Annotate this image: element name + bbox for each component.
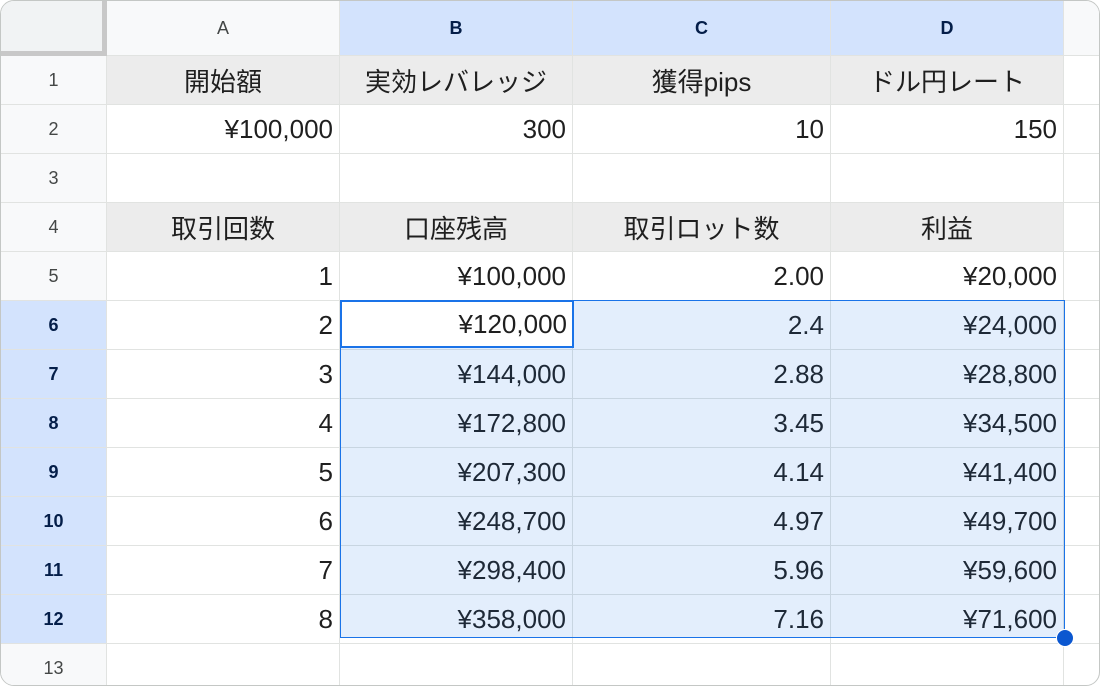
row-header-7[interactable]: 7 (1, 350, 107, 399)
cell-d12[interactable]: ¥71,600 (831, 595, 1064, 644)
cell-e1[interactable] (1064, 56, 1099, 105)
row-header-10[interactable]: 10 (1, 497, 107, 546)
cell-c13[interactable] (573, 644, 831, 685)
cell-a7[interactable]: 3 (107, 350, 340, 399)
cell-b5[interactable]: ¥100,000 (340, 252, 573, 301)
cell-b1[interactable]: 実効レバレッジ (340, 56, 573, 105)
fill-handle[interactable] (1056, 629, 1074, 647)
cell-a13[interactable] (107, 644, 340, 685)
cell-c1[interactable]: 獲得pips (573, 56, 831, 105)
cell-a2[interactable]: ¥100,000 (107, 105, 340, 154)
row-header-4[interactable]: 4 (1, 203, 107, 252)
column-header-c[interactable]: C (573, 1, 831, 56)
row-header-8[interactable]: 8 (1, 399, 107, 448)
cell-c6[interactable]: 2.4 (573, 301, 831, 350)
cell-b7[interactable]: ¥144,000 (340, 350, 573, 399)
cell-e10[interactable] (1064, 497, 1099, 546)
cell-d2[interactable]: 150 (831, 105, 1064, 154)
row-header-5[interactable]: 5 (1, 252, 107, 301)
cell-b3[interactable] (340, 154, 573, 203)
cell-a10[interactable]: 6 (107, 497, 340, 546)
cell-e8[interactable] (1064, 399, 1099, 448)
column-header-d[interactable]: D (831, 1, 1064, 56)
cell-b10[interactable]: ¥248,700 (340, 497, 573, 546)
cell-b13[interactable] (340, 644, 573, 685)
cell-e11[interactable] (1064, 546, 1099, 595)
cell-e2[interactable] (1064, 105, 1099, 154)
cell-e13[interactable] (1064, 644, 1099, 685)
cell-c11[interactable]: 5.96 (573, 546, 831, 595)
cell-c2[interactable]: 10 (573, 105, 831, 154)
cell-c8[interactable]: 3.45 (573, 399, 831, 448)
cell-c12[interactable]: 7.16 (573, 595, 831, 644)
column-header-blank (1064, 1, 1099, 56)
column-header-b[interactable]: B (340, 1, 573, 56)
cell-c7[interactable]: 2.88 (573, 350, 831, 399)
cell-d7[interactable]: ¥28,800 (831, 350, 1064, 399)
spreadsheet-grid: A B C D 1 開始額 実効レバレッジ 獲得pips ドル円レート 2 ¥1… (1, 1, 1099, 685)
cell-b2[interactable]: 300 (340, 105, 573, 154)
cell-b6[interactable]: ¥120,000 (340, 301, 573, 350)
row-header-6[interactable]: 6 (1, 301, 107, 350)
cell-d3[interactable] (831, 154, 1064, 203)
cell-d10[interactable]: ¥49,700 (831, 497, 1064, 546)
cell-a12[interactable]: 8 (107, 595, 340, 644)
cell-c4[interactable]: 取引ロット数 (573, 203, 831, 252)
row-header-13[interactable]: 13 (1, 644, 107, 685)
row-header-9[interactable]: 9 (1, 448, 107, 497)
cell-b8[interactable]: ¥172,800 (340, 399, 573, 448)
select-all-corner[interactable] (1, 1, 107, 56)
cell-a11[interactable]: 7 (107, 546, 340, 595)
cell-a5[interactable]: 1 (107, 252, 340, 301)
cell-d4[interactable]: 利益 (831, 203, 1064, 252)
cell-c5[interactable]: 2.00 (573, 252, 831, 301)
cell-d13[interactable] (831, 644, 1064, 685)
cell-a4[interactable]: 取引回数 (107, 203, 340, 252)
cell-a6[interactable]: 2 (107, 301, 340, 350)
cell-d11[interactable]: ¥59,600 (831, 546, 1064, 595)
cell-c10[interactable]: 4.97 (573, 497, 831, 546)
cell-e3[interactable] (1064, 154, 1099, 203)
cell-b12[interactable]: ¥358,000 (340, 595, 573, 644)
row-header-3[interactable]: 3 (1, 154, 107, 203)
column-header-a[interactable]: A (107, 1, 340, 56)
cell-b9[interactable]: ¥207,300 (340, 448, 573, 497)
row-header-12[interactable]: 12 (1, 595, 107, 644)
cell-a3[interactable] (107, 154, 340, 203)
cell-b11[interactable]: ¥298,400 (340, 546, 573, 595)
cell-a8[interactable]: 4 (107, 399, 340, 448)
cell-e4[interactable] (1064, 203, 1099, 252)
cell-b4[interactable]: 口座残高 (340, 203, 573, 252)
cell-d8[interactable]: ¥34,500 (831, 399, 1064, 448)
cell-c3[interactable] (573, 154, 831, 203)
cell-d9[interactable]: ¥41,400 (831, 448, 1064, 497)
row-header-2[interactable]: 2 (1, 105, 107, 154)
cell-e6[interactable] (1064, 301, 1099, 350)
cell-e5[interactable] (1064, 252, 1099, 301)
cell-d6[interactable]: ¥24,000 (831, 301, 1064, 350)
spreadsheet-frame: A B C D 1 開始額 実効レバレッジ 獲得pips ドル円レート 2 ¥1… (0, 0, 1100, 686)
cell-d5[interactable]: ¥20,000 (831, 252, 1064, 301)
cell-d1[interactable]: ドル円レート (831, 56, 1064, 105)
cell-a9[interactable]: 5 (107, 448, 340, 497)
row-header-1[interactable]: 1 (1, 56, 107, 105)
cell-a1[interactable]: 開始額 (107, 56, 340, 105)
cell-e9[interactable] (1064, 448, 1099, 497)
row-header-11[interactable]: 11 (1, 546, 107, 595)
cell-e7[interactable] (1064, 350, 1099, 399)
cell-c9[interactable]: 4.14 (573, 448, 831, 497)
